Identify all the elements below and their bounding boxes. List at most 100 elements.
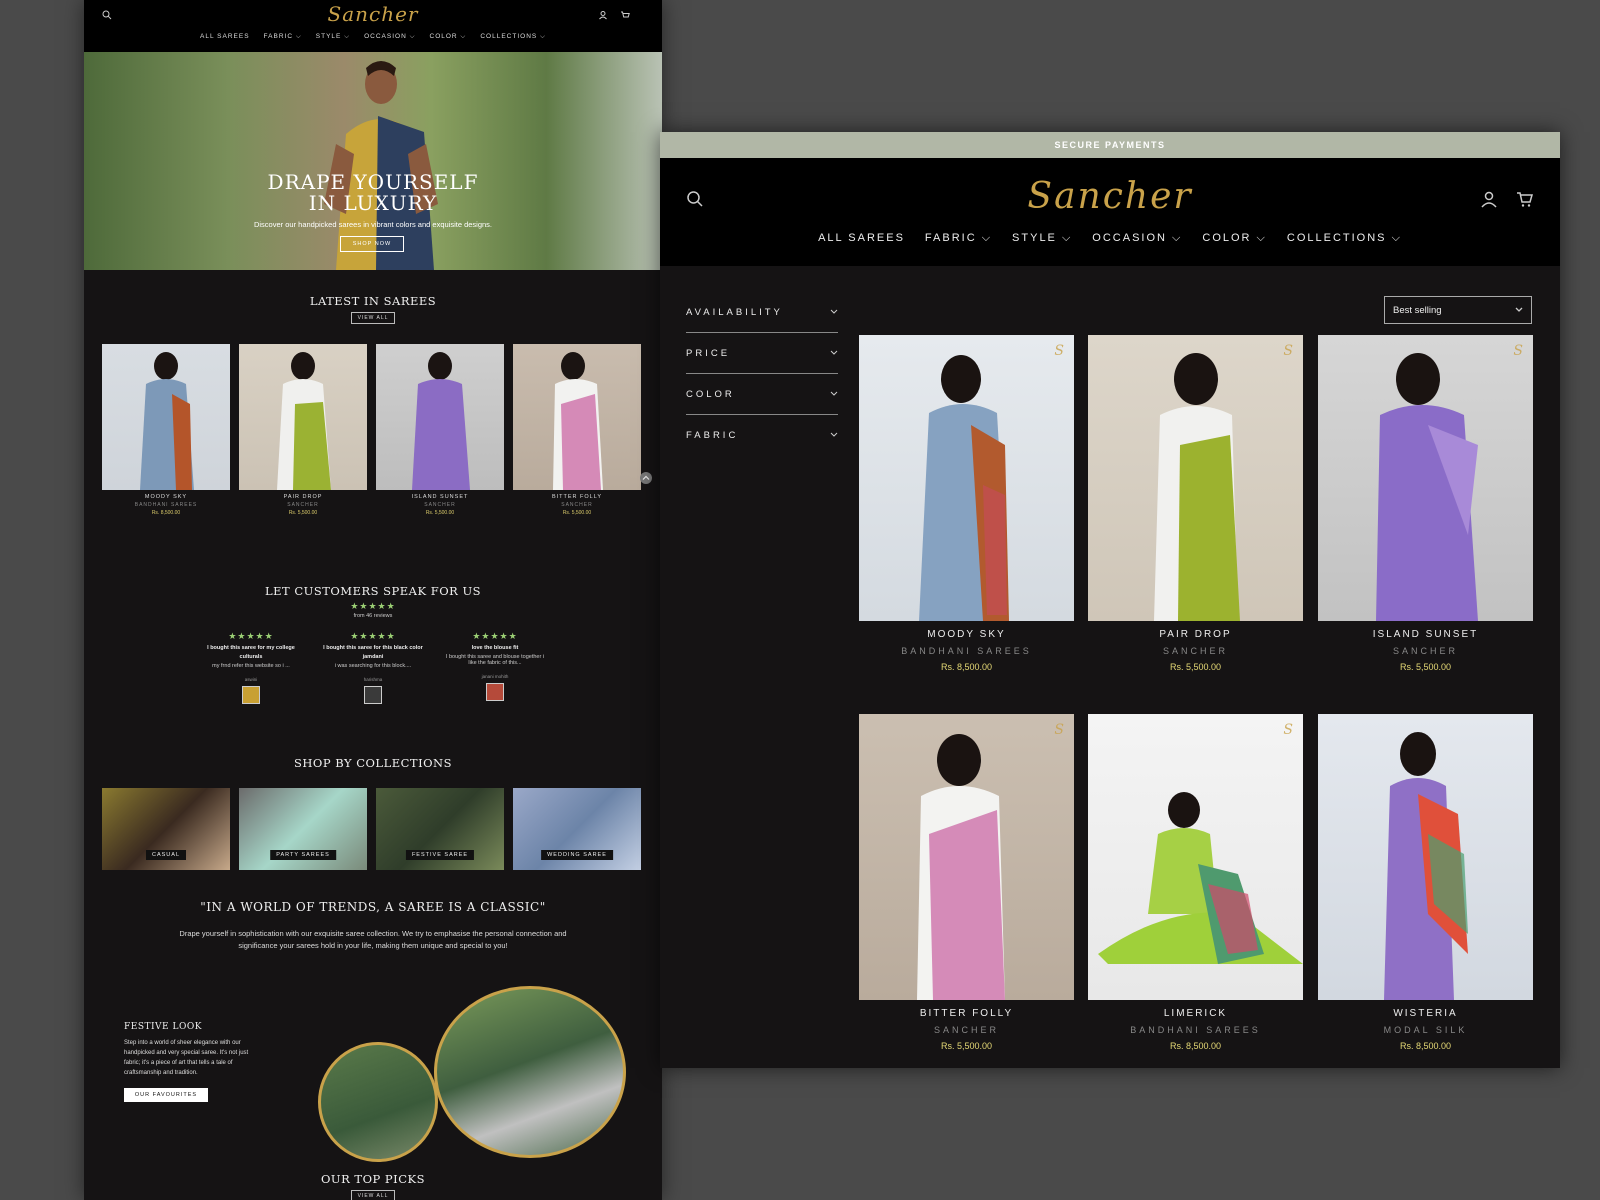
- product-card[interactable]: MOODY SKY BANDHANI SAREES Rs. 8,500.00: [102, 344, 230, 516]
- chevron-down-icon: [1515, 307, 1523, 312]
- product-name[interactable]: PAIR DROP: [239, 494, 367, 500]
- product-name[interactable]: MOODY SKY: [102, 494, 230, 500]
- nav-style[interactable]: STYLE ⌵: [316, 33, 350, 41]
- nav-fabric[interactable]: FABRIC ⌵: [925, 232, 992, 245]
- watermark-logo: S: [1283, 722, 1293, 738]
- watermark-logo: S: [1283, 343, 1293, 359]
- review-thumbnail[interactable]: [242, 686, 260, 704]
- collections-title: SHOP BY COLLECTIONS: [293, 756, 452, 770]
- nav-color[interactable]: COLOR ⌵: [430, 33, 467, 41]
- chevron-down-icon: [830, 432, 838, 437]
- product-image[interactable]: [376, 344, 504, 490]
- latest-view-all-button[interactable]: VIEW ALL: [351, 312, 395, 324]
- scroll-to-top-icon[interactable]: [640, 472, 652, 484]
- product-price: Rs. 8,500.00: [1399, 1041, 1452, 1051]
- collection-festive-saree[interactable]: FESTIVE SAREE: [376, 788, 504, 870]
- review-thumbnail[interactable]: [364, 686, 382, 704]
- festive-section: FESTIVE LOOK Step into a world of sheer …: [124, 1022, 264, 1102]
- account-icon[interactable]: [598, 10, 608, 20]
- hero-subtitle: Discover our handpicked sarees in vibran…: [253, 220, 493, 229]
- product-image[interactable]: S: [859, 714, 1074, 1000]
- cart-icon[interactable]: [1516, 190, 1534, 208]
- shop-now-button[interactable]: SHOP NOW: [340, 236, 404, 252]
- product-name[interactable]: BITTER FOLLY: [513, 494, 641, 500]
- product-card[interactable]: ISLAND SUNSET SANCHER Rs. 5,500.00: [376, 344, 504, 516]
- sort-select[interactable]: Best selling: [1384, 296, 1532, 324]
- product-card[interactable]: S LIMERICK BANDHANI SAREES Rs. 8,500.00: [1088, 714, 1303, 1051]
- product-vendor: SANCHER: [933, 1025, 999, 1035]
- review-card[interactable]: ★★★★★ love the blouse fit I bought this …: [443, 631, 547, 704]
- product-image[interactable]: S: [859, 335, 1074, 621]
- watermark-logo: S: [1054, 722, 1064, 738]
- product-card[interactable]: S MOODY SKY BANDHANI SAREES Rs. 8,500.00: [859, 335, 1074, 672]
- review-card[interactable]: ★★★★★ I bought this saree for this black…: [321, 631, 425, 704]
- nav-fabric[interactable]: FABRIC ⌵: [264, 33, 302, 41]
- nav-occasion[interactable]: OCCASION ⌵: [364, 33, 415, 41]
- filter-color[interactable]: COLOR: [686, 374, 838, 415]
- product-name[interactable]: BITTER FOLLY: [859, 1008, 1074, 1019]
- product-name[interactable]: LIMERICK: [1088, 1008, 1303, 1019]
- brand-logo[interactable]: Sancher: [660, 176, 1560, 217]
- product-price: Rs. 5,500.00: [1399, 662, 1452, 672]
- product-name[interactable]: WISTERIA: [1318, 1008, 1533, 1019]
- filter-price[interactable]: PRICE: [686, 333, 838, 374]
- nav-occasion[interactable]: OCCASION ⌵: [1092, 232, 1182, 245]
- product-image[interactable]: [1318, 714, 1533, 1000]
- review-card[interactable]: ★★★★★ I bought this saree for my college…: [199, 631, 303, 704]
- product-name[interactable]: ISLAND SUNSET: [1318, 629, 1533, 640]
- collection-wedding-saree[interactable]: WEDDING SAREE: [513, 788, 641, 870]
- product-vendor: SANCHER: [287, 502, 319, 508]
- nav-all-sarees[interactable]: ALL SAREES: [818, 232, 905, 245]
- product-name[interactable]: PAIR DROP: [1088, 629, 1303, 640]
- review-stars: ★★★★★: [228, 631, 274, 641]
- product-vendor: BANDHANI SAREES: [134, 502, 198, 508]
- watermark-logo: S: [1054, 343, 1064, 359]
- product-image[interactable]: S: [1088, 335, 1303, 621]
- nav-collections[interactable]: COLLECTIONS ⌵: [480, 33, 546, 41]
- product-card[interactable]: S ISLAND SUNSET SANCHER Rs. 5,500.00: [1318, 335, 1533, 672]
- festive-body: Step into a world of sheer elegance with…: [124, 1040, 249, 1076]
- filter-availability[interactable]: AVAILABILITY: [686, 292, 838, 333]
- hero-title: DRAPE YOURSELF IN LUXURY: [267, 170, 479, 215]
- product-card[interactable]: WISTERIA MODAL SILK Rs. 8,500.00: [1318, 714, 1533, 1051]
- nav-style[interactable]: STYLE ⌵: [1012, 232, 1072, 245]
- product-image[interactable]: [239, 344, 367, 490]
- product-image[interactable]: S: [1318, 335, 1533, 621]
- hero-banner: DRAPE YOURSELF IN LUXURY Discover our han…: [84, 52, 662, 270]
- product-image[interactable]: [513, 344, 641, 490]
- brand-quote-section: "IN A WORLD OF TRENDS, A SAREE IS A CLAS…: [84, 900, 662, 952]
- product-card[interactable]: S PAIR DROP SANCHER Rs. 5,500.00: [1088, 335, 1303, 672]
- review-author: aswini: [244, 677, 258, 682]
- collection-party-sarees[interactable]: PARTY SAREES: [239, 788, 367, 870]
- nav-all-sarees[interactable]: ALL SAREES: [200, 33, 250, 41]
- product-image[interactable]: [102, 344, 230, 490]
- review-thumbnail[interactable]: [486, 683, 504, 701]
- review-title: love the blouse fit: [471, 645, 519, 651]
- cart-icon[interactable]: [620, 10, 630, 20]
- chevron-down-icon: [830, 391, 838, 396]
- top-picks-view-all-button[interactable]: VIEW ALL: [351, 1190, 395, 1200]
- festive-image-small: [318, 1042, 438, 1162]
- product-card[interactable]: S BITTER FOLLY SANCHER Rs. 5,500.00: [859, 714, 1074, 1051]
- account-icon[interactable]: [1480, 190, 1498, 208]
- filter-sidebar: AVAILABILITY PRICE COLOR FABRIC: [686, 292, 838, 455]
- product-card[interactable]: PAIR DROP SANCHER Rs. 5,500.00: [239, 344, 367, 516]
- product-card[interactable]: BITTER FOLLY SANCHER Rs. 5,500.00: [513, 344, 641, 516]
- product-image[interactable]: S: [1088, 714, 1303, 1000]
- product-price: Rs. 8,500.00: [940, 662, 993, 672]
- filter-fabric[interactable]: FABRIC: [686, 415, 838, 455]
- festive-title: FESTIVE LOOK: [124, 1022, 202, 1032]
- watermark-logo: S: [1513, 343, 1523, 359]
- product-name[interactable]: ISLAND SUNSET: [376, 494, 504, 500]
- nav-collections[interactable]: COLLECTIONS ⌵: [1287, 232, 1402, 245]
- product-name[interactable]: MOODY SKY: [859, 629, 1074, 640]
- product-price: Rs. 5,500.00: [940, 1041, 993, 1051]
- review-author: harishma: [363, 677, 383, 682]
- nav-color[interactable]: COLOR ⌵: [1202, 232, 1267, 245]
- review-count[interactable]: from 46 reviews: [84, 613, 662, 619]
- our-favourites-button[interactable]: OUR FAVOURITES: [124, 1088, 208, 1102]
- quote-title: "IN A WORLD OF TRENDS, A SAREE IS A CLAS…: [200, 900, 546, 914]
- top-picks-title: OUR TOP PICKS: [321, 1172, 425, 1186]
- collection-casual[interactable]: CASUAL: [102, 788, 230, 870]
- brand-logo[interactable]: Sancher: [84, 2, 662, 26]
